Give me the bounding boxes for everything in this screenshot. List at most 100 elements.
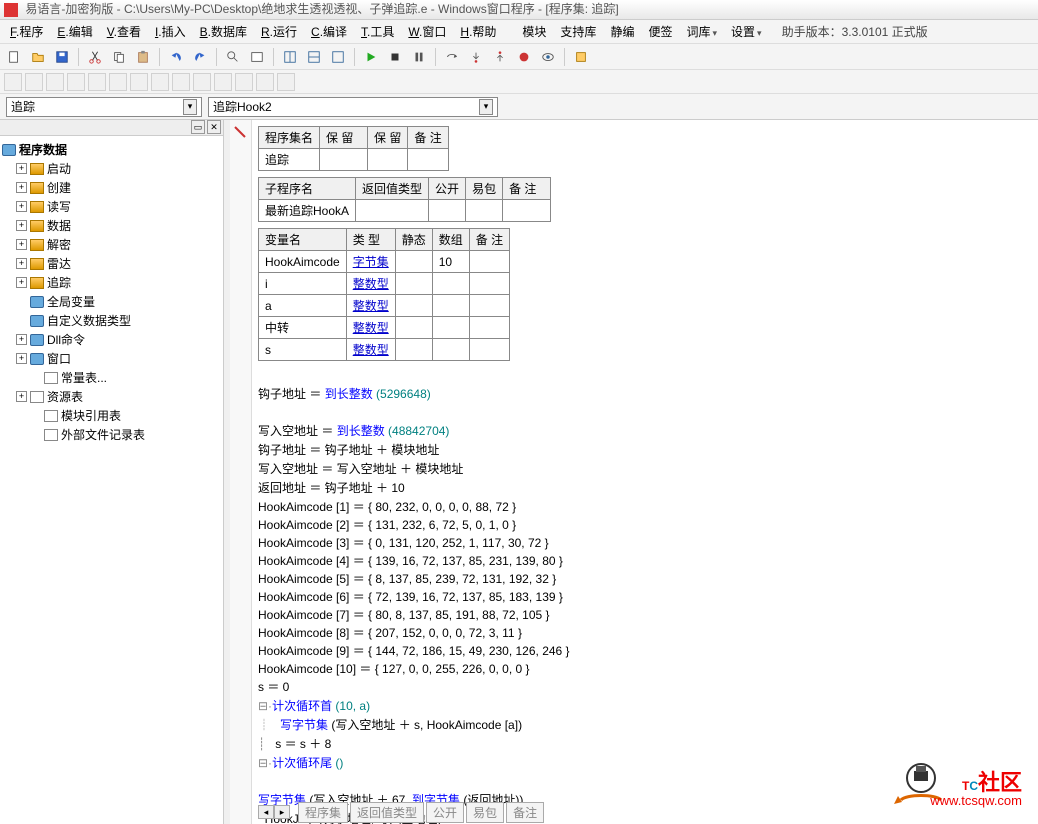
expand-icon[interactable]: +	[16, 220, 27, 231]
menu-support[interactable]: 支持库	[554, 21, 602, 42]
step-out-button[interactable]	[490, 47, 510, 67]
table-row[interactable]: s整数型	[259, 339, 510, 361]
expand-icon[interactable]: +	[16, 334, 27, 345]
chevron-down-icon[interactable]	[183, 99, 197, 115]
bottom-tab[interactable]: 程序集	[298, 802, 348, 823]
find-button[interactable]	[223, 47, 243, 67]
tool2-4[interactable]	[67, 73, 85, 91]
tool2-2[interactable]	[25, 73, 43, 91]
tree-node[interactable]: 常量表...	[2, 368, 221, 387]
expand-icon[interactable]: +	[16, 163, 27, 174]
tool2-10[interactable]	[193, 73, 211, 91]
expand-icon[interactable]: +	[16, 277, 27, 288]
stop-button[interactable]	[385, 47, 405, 67]
tree-root[interactable]: 程序数据	[2, 140, 221, 159]
tree-node[interactable]: 模块引用表	[2, 406, 221, 425]
bookmark-button[interactable]	[247, 47, 267, 67]
menu-tools[interactable]: T.工具	[355, 21, 400, 42]
close-pane-button[interactable]: ✕	[207, 120, 221, 134]
menu-help[interactable]: H.帮助	[454, 21, 502, 42]
expand-icon[interactable]: +	[16, 239, 27, 250]
breakpoint-button[interactable]	[514, 47, 534, 67]
open-button[interactable]	[28, 47, 48, 67]
expand-icon[interactable]: +	[16, 201, 27, 212]
table-row[interactable]: 最新追踪HookA	[259, 200, 551, 222]
menu-compile[interactable]: C.编译	[305, 21, 353, 42]
tree-node[interactable]: 自定义数据类型	[2, 311, 221, 330]
bottom-tab[interactable]: 返回值类型	[350, 802, 424, 823]
undo-button[interactable]	[166, 47, 186, 67]
menu-wordlib[interactable]: 词库	[680, 21, 723, 42]
cut-button[interactable]	[85, 47, 105, 67]
tool2-11[interactable]	[214, 73, 232, 91]
tree-node[interactable]: +数据	[2, 216, 221, 235]
new-button[interactable]	[4, 47, 24, 67]
expand-icon[interactable]: +	[16, 353, 27, 364]
tree-node[interactable]: +创建	[2, 178, 221, 197]
menu-view[interactable]: V.查看	[101, 21, 147, 42]
tree-node[interactable]: +读写	[2, 197, 221, 216]
layout2-button[interactable]	[304, 47, 324, 67]
table-row[interactable]: 追踪	[259, 149, 449, 171]
step-over-button[interactable]	[442, 47, 462, 67]
tree-node[interactable]: +窗口	[2, 349, 221, 368]
tool2-1[interactable]	[4, 73, 22, 91]
expand-icon[interactable]: +	[16, 258, 27, 269]
tree-node[interactable]: +追踪	[2, 273, 221, 292]
module-combo[interactable]: 追踪	[6, 97, 202, 117]
copy-button[interactable]	[109, 47, 129, 67]
tree-node[interactable]: +启动	[2, 159, 221, 178]
table-row[interactable]: a整数型	[259, 295, 510, 317]
pause-button[interactable]	[409, 47, 429, 67]
tool2-6[interactable]	[109, 73, 127, 91]
bottom-tab[interactable]: 备注	[506, 802, 544, 823]
tool2-5[interactable]	[88, 73, 106, 91]
tool2-13[interactable]	[256, 73, 274, 91]
bottom-tab[interactable]: 易包	[466, 802, 504, 823]
menu-edit[interactable]: E.编辑	[51, 21, 98, 42]
table-row[interactable]: i整数型	[259, 273, 510, 295]
redo-button[interactable]	[190, 47, 210, 67]
sub-combo[interactable]: 追踪Hook2	[208, 97, 498, 117]
tool2-3[interactable]	[46, 73, 64, 91]
tool2-7[interactable]	[130, 73, 148, 91]
tree-node[interactable]: 外部文件记录表	[2, 425, 221, 444]
scroll-right-button[interactable]: ▸	[274, 805, 290, 819]
menu-run[interactable]: R.运行	[255, 21, 303, 42]
chevron-down-icon[interactable]	[479, 99, 493, 115]
layout1-button[interactable]	[280, 47, 300, 67]
tree-node[interactable]: 全局变量	[2, 292, 221, 311]
tree-node[interactable]: +资源表	[2, 387, 221, 406]
tool2-12[interactable]	[235, 73, 253, 91]
layout3-button[interactable]	[328, 47, 348, 67]
tree-node[interactable]: +解密	[2, 235, 221, 254]
table-row[interactable]: HookAimcode字节集10	[259, 251, 510, 273]
menu-settings[interactable]: 设置	[725, 21, 768, 42]
project-tree[interactable]: 程序数据 +启动+创建+读写+数据+解密+雷达+追踪全局变量自定义数据类型+Dl…	[0, 136, 223, 824]
watch-button[interactable]	[538, 47, 558, 67]
menu-file[interactable]: F.程序	[4, 21, 49, 42]
code-editor[interactable]: 程序集名 保 留 保 留 备 注 追踪 子程序名 返回值类型 公开 易包 备 注	[230, 120, 1038, 824]
tool2-14[interactable]	[277, 73, 295, 91]
save-button[interactable]	[52, 47, 72, 67]
tool2-9[interactable]	[172, 73, 190, 91]
menu-window[interactable]: W.窗口	[402, 21, 452, 42]
tree-node[interactable]: +雷达	[2, 254, 221, 273]
menu-note[interactable]: 便签	[642, 21, 678, 42]
tool-extra-button[interactable]	[571, 47, 591, 67]
tree-node[interactable]: +Dll命令	[2, 330, 221, 349]
scroll-left-button[interactable]: ◂	[258, 805, 274, 819]
table-row[interactable]: 中转整数型	[259, 317, 510, 339]
minimize-pane-button[interactable]: ▭	[191, 120, 205, 134]
menu-insert[interactable]: I.插入	[149, 21, 192, 42]
expand-icon[interactable]: +	[16, 182, 27, 193]
tool2-8[interactable]	[151, 73, 169, 91]
paste-button[interactable]	[133, 47, 153, 67]
bottom-tab[interactable]: 公开	[426, 802, 464, 823]
menu-static[interactable]: 静编	[604, 21, 640, 42]
menu-database[interactable]: B.数据库	[194, 21, 253, 42]
menu-module[interactable]: 模块	[516, 21, 552, 42]
step-into-button[interactable]	[466, 47, 486, 67]
run-button[interactable]	[361, 47, 381, 67]
expand-icon[interactable]: +	[16, 391, 27, 402]
